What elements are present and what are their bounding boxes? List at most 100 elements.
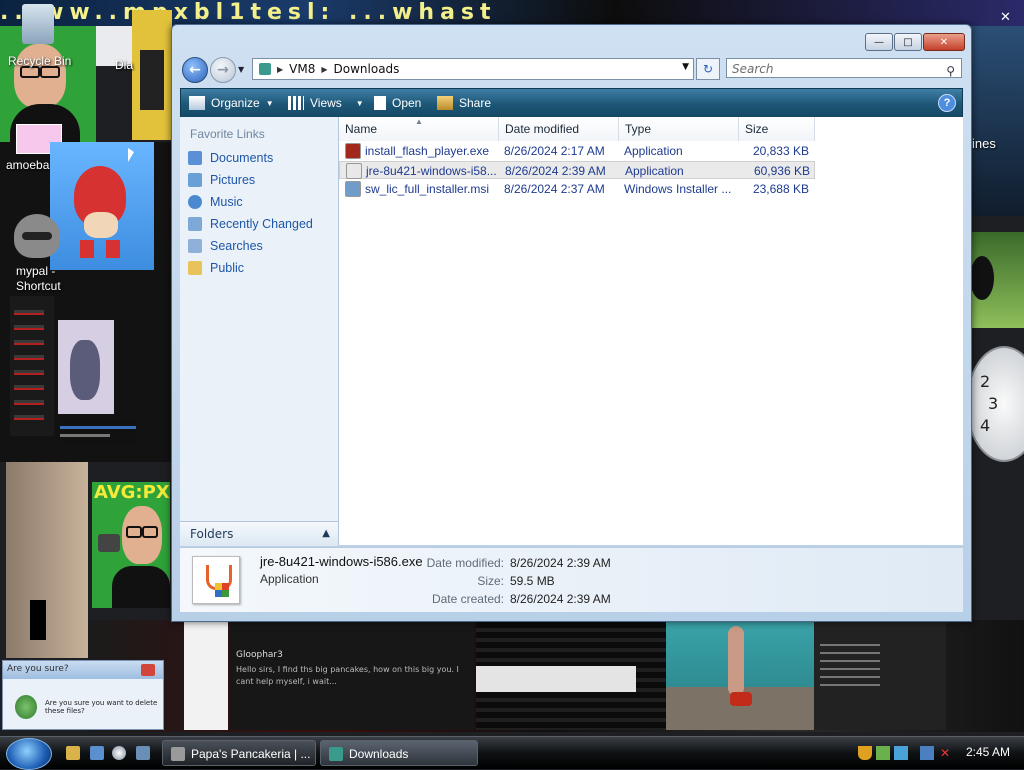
column-header-size[interactable]: Size xyxy=(739,117,815,141)
clock-number-4: 4 xyxy=(980,416,991,435)
folder-icon xyxy=(259,63,271,75)
favorite-link-searches[interactable]: Searches xyxy=(188,239,263,253)
partial-desktop-label: Dia xyxy=(115,58,134,72)
volume-muted-icon[interactable]: ✕ xyxy=(940,746,954,760)
address-dropdown-icon[interactable]: ▼ xyxy=(682,62,689,72)
file-size: 60,936 KB xyxy=(753,164,810,178)
back-button[interactable]: ← xyxy=(182,57,208,83)
favorite-link-label: Recently Changed xyxy=(210,217,313,231)
quick-launch-browser-icon[interactable] xyxy=(112,746,126,760)
file-list: Name ▲ Date modified Type Size install_f… xyxy=(339,117,963,545)
bird-photo-gadget xyxy=(968,232,1024,328)
favorite-link-label: Documents xyxy=(210,151,274,165)
address-bar[interactable]: ▶ VM8 ▶ Downloads ▼ xyxy=(252,58,694,80)
chat-message: Hello sirs, I find ths big pancakes, how… xyxy=(236,665,459,686)
network-icon[interactable] xyxy=(920,746,934,760)
feet-photo xyxy=(666,622,814,730)
explorer-window: — □ ✕ ← → ▼ ▶ VM8 ▶ Downloads ▼ ↻ Search… xyxy=(171,24,972,622)
java-icon xyxy=(192,556,240,604)
taskbar-item-downloads[interactable]: Downloads xyxy=(320,740,478,766)
organize-icon xyxy=(189,96,205,110)
file-row[interactable]: sw_lic_full_installer.msi 8/26/2024 2:37… xyxy=(339,180,815,198)
file-row-selected[interactable]: jre-8u421-windows-i58... 8/26/2024 2:39 … xyxy=(339,161,815,179)
search-placeholder: Search xyxy=(732,62,774,76)
avgpx-meme: AVG:PX xyxy=(92,482,170,608)
column-date-label: Date modified xyxy=(505,122,580,136)
share-icon xyxy=(437,96,453,110)
file-date: 8/26/2024 2:37 AM xyxy=(504,182,605,196)
help-icon[interactable]: ? xyxy=(938,94,956,112)
searches-icon xyxy=(188,239,202,253)
search-input[interactable]: Search ⚲ xyxy=(726,58,962,78)
text-scrap-tile xyxy=(58,420,138,444)
column-type-label: Type xyxy=(625,122,652,136)
avgpx-text: AVG:PX xyxy=(94,482,170,503)
details-modified-value: 8/26/2024 2:39 AM xyxy=(510,556,611,570)
recycle-bin-icon[interactable] xyxy=(22,4,54,44)
favorite-link-documents[interactable]: Documents xyxy=(188,151,273,165)
details-created-value: 8/26/2024 2:39 AM xyxy=(510,592,611,606)
installer-icon xyxy=(345,181,361,197)
start-button[interactable] xyxy=(6,738,52,770)
quick-launch-desktop-icon[interactable] xyxy=(90,746,104,760)
taskbar-item-papas-pancakeria[interactable]: Papa's Pancakeria | ... xyxy=(162,740,316,766)
recycle-bin-label[interactable]: Recycle Bin xyxy=(8,54,71,68)
search-icon[interactable]: ⚲ xyxy=(946,61,955,81)
file-row[interactable]: install_flash_player.exe 8/26/2024 2:17 … xyxy=(339,142,815,160)
gadget-close-icon[interactable]: ✕ xyxy=(1000,10,1020,26)
chevron-down-icon: ▼ xyxy=(355,98,364,108)
quick-launch-explorer-icon[interactable] xyxy=(66,746,80,760)
breadcrumb-vm8[interactable]: VM8 xyxy=(289,62,315,76)
task-label: Downloads xyxy=(349,747,409,761)
taskbar-clock[interactable]: 2:45 AM xyxy=(966,745,1010,759)
white-tile xyxy=(184,622,228,730)
recently-changed-icon xyxy=(188,217,202,231)
file-type: Windows Installer ... xyxy=(624,182,732,196)
breadcrumb-separator-icon[interactable]: ▶ xyxy=(321,65,327,74)
breadcrumb-downloads[interactable]: Downloads xyxy=(334,62,400,76)
favorite-link-public[interactable]: Public xyxy=(188,261,244,275)
breadcrumb-separator-icon[interactable]: ▶ xyxy=(277,65,283,74)
details-pane: jre-8u421-windows-i586.exe Application D… xyxy=(180,547,963,612)
favorite-link-music[interactable]: Music xyxy=(188,195,243,209)
favorite-link-pictures[interactable]: Pictures xyxy=(188,173,255,187)
mypal-shortcut-label[interactable]: mypal - Shortcut xyxy=(16,264,76,294)
column-header-name[interactable]: Name ▲ xyxy=(339,117,499,141)
minimize-button[interactable]: — xyxy=(865,33,893,51)
close-button[interactable]: ✕ xyxy=(923,33,965,51)
organize-label: Organize xyxy=(211,96,260,110)
folders-toggle[interactable]: Folders ▲ xyxy=(180,521,338,546)
details-file-type: Application xyxy=(260,572,319,586)
views-button[interactable]: Views ▼ xyxy=(288,89,364,117)
tray-network-icon[interactable] xyxy=(894,746,908,760)
raccoon-icon[interactable] xyxy=(14,214,60,258)
column-header-type[interactable]: Type xyxy=(619,117,739,141)
share-button[interactable]: Share xyxy=(437,89,491,117)
chat-screenshot: Gloophar3 Hello sirs, I find ths big pan… xyxy=(230,622,474,730)
pictures-icon xyxy=(188,173,202,187)
favorite-link-recently-changed[interactable]: Recently Changed xyxy=(188,217,313,231)
refresh-button[interactable]: ↻ xyxy=(696,58,720,80)
navigation-pane: Favorite Links Documents Pictures Music … xyxy=(180,117,339,545)
navigation-bar: ← → ▼ ▶ VM8 ▶ Downloads ▼ ↻ Search ⚲ xyxy=(180,55,963,83)
column-header-date[interactable]: Date modified xyxy=(499,117,619,141)
file-name: sw_lic_full_installer.msi xyxy=(365,182,490,196)
tray-app-icon[interactable] xyxy=(876,746,890,760)
java-icon xyxy=(346,163,362,179)
forward-button[interactable]: → xyxy=(210,57,236,83)
recent-pages-chevron-icon[interactable]: ▼ xyxy=(238,65,244,74)
organize-button[interactable]: Organize ▼ xyxy=(189,89,274,117)
security-shield-icon[interactable] xyxy=(858,746,872,760)
window-caption-buttons: — □ ✕ xyxy=(865,33,965,51)
maximize-button[interactable]: □ xyxy=(894,33,922,51)
folder-icon xyxy=(329,747,343,761)
chevron-down-icon: ▼ xyxy=(265,98,274,108)
clock-gadget: 2 3 4 xyxy=(966,346,1024,462)
music-icon xyxy=(188,195,202,209)
gadget-panel xyxy=(970,26,1024,216)
dialog-message: Are you sure you want to delete these fi… xyxy=(45,699,158,715)
quick-launch-switch-icon[interactable] xyxy=(136,746,150,760)
favorite-link-label: Public xyxy=(210,261,245,275)
chevron-up-icon: ▲ xyxy=(322,528,330,539)
knuckles-image xyxy=(50,142,154,270)
